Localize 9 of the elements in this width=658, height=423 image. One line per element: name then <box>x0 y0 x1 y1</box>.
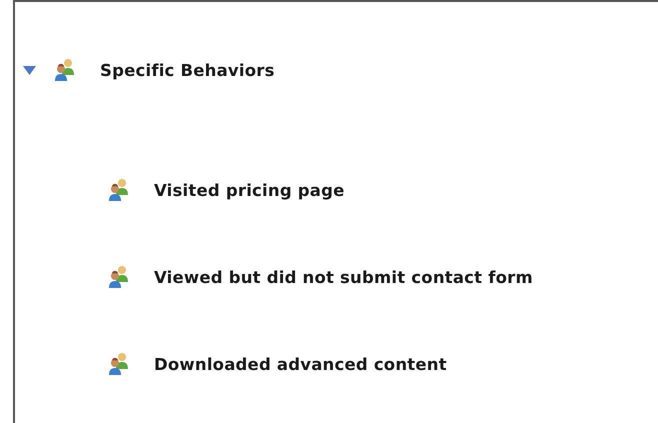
tree-item-label[interactable]: Downloaded advanced content <box>154 354 447 374</box>
tree-item-label[interactable]: Viewed but did not submit contact form <box>154 268 533 286</box>
tree-item-label[interactable]: Visited pricing page <box>154 180 345 200</box>
users-icon <box>108 352 130 376</box>
users-icon <box>108 265 130 289</box>
expand-arrow-icon[interactable] <box>22 66 36 74</box>
tree-item-label[interactable]: Specific Behaviors <box>100 60 275 80</box>
users-icon <box>108 178 130 202</box>
users-icon <box>54 58 76 82</box>
